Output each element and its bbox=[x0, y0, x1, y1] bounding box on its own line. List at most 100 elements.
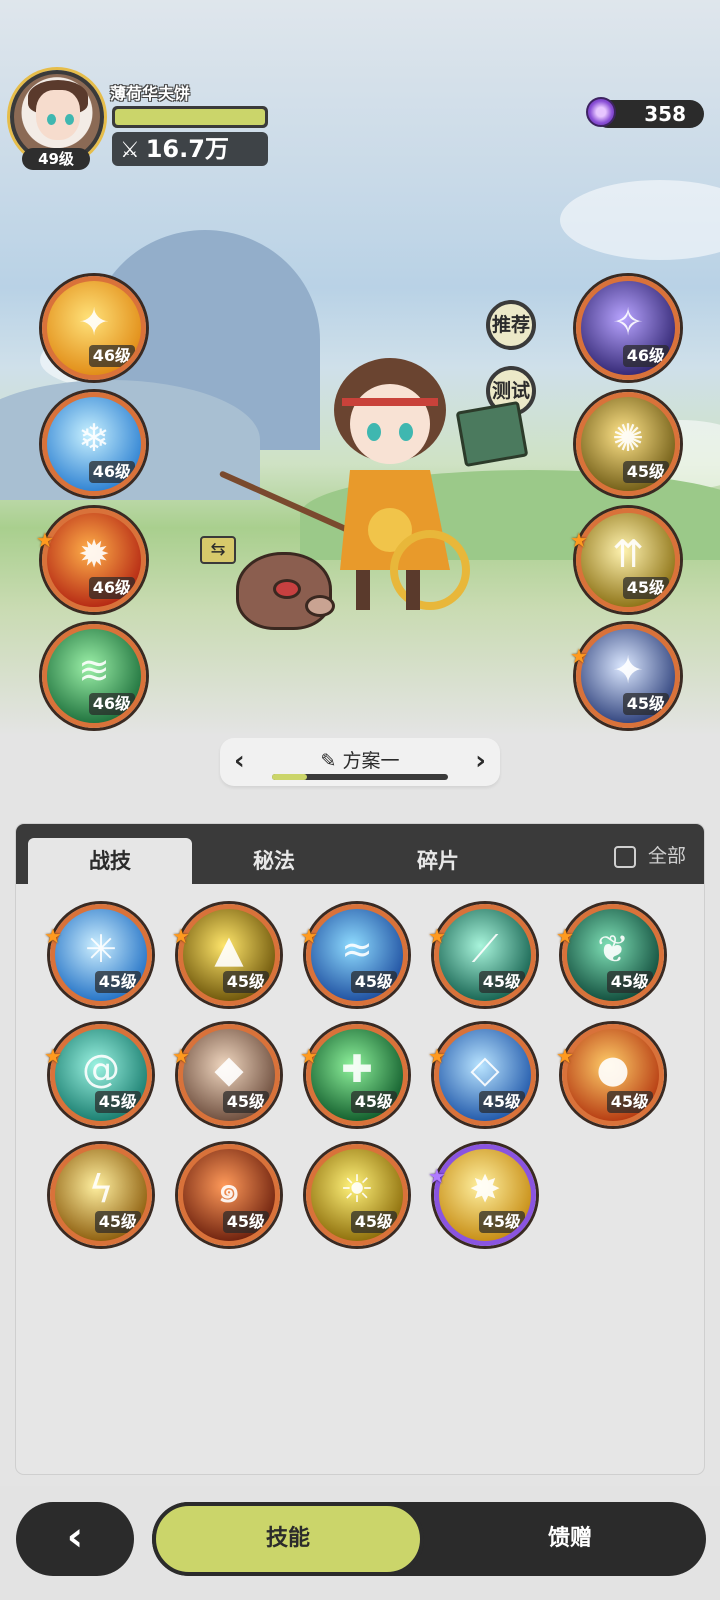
skill-card[interactable]: ϟ 45级 bbox=[50, 1144, 152, 1246]
equipped-skill-slot[interactable]: ✦ 46级 bbox=[42, 276, 146, 380]
avatar-face bbox=[36, 90, 80, 140]
rarity-star-icon: ★ bbox=[428, 1164, 446, 1188]
skill-card[interactable]: ✸ 45级 bbox=[434, 1144, 536, 1246]
rarity-star-icon: ★ bbox=[172, 924, 190, 948]
golden-triangle-icon: ▲ bbox=[214, 927, 244, 972]
rarity-star-icon: ★ bbox=[556, 1044, 574, 1068]
skill-card[interactable]: ✳ 45级 bbox=[50, 904, 152, 1006]
skill-level-label: 45级 bbox=[222, 971, 269, 993]
green-heal-cross-icon: ✚ bbox=[341, 1047, 373, 1092]
skill-card[interactable]: ▲ 45级 bbox=[178, 904, 280, 1006]
equipped-skill-slot[interactable]: ✺ 45级 bbox=[576, 392, 680, 496]
ice-shard-icon: ◇ bbox=[470, 1047, 500, 1092]
crossed-swords-icon: ⚔ bbox=[120, 138, 140, 163]
skill-card[interactable]: ✚ 45级 bbox=[306, 1024, 408, 1126]
rarity-star-icon: ★ bbox=[428, 1044, 446, 1068]
plan-title[interactable]: ✎ 方案一 bbox=[220, 746, 500, 773]
bottom-tab-bar: 技能 馈赠 bbox=[152, 1502, 706, 1576]
golden-slash-icon: ✦ bbox=[78, 300, 110, 345]
hp-bar-fill bbox=[115, 109, 265, 125]
plan-selector: ‹ ✎ 方案一 › bbox=[220, 738, 500, 786]
pet-boar bbox=[236, 552, 335, 630]
bottom-nav: ‹ 技能 馈赠 bbox=[0, 1486, 720, 1600]
skill-card[interactable]: ≈45级 bbox=[306, 904, 408, 1006]
player-level-badge: 49级 bbox=[22, 148, 90, 170]
equipped-skill-slot[interactable]: ≋ 46级 bbox=[42, 624, 146, 728]
skill-level-label: 46级 bbox=[88, 345, 135, 367]
teal-swirl-icon: @ bbox=[82, 1047, 120, 1092]
ice-crystal-icon: ❄ bbox=[78, 416, 110, 461]
rarity-star-icon: ★ bbox=[570, 644, 588, 668]
skill-card[interactable]: ❦ 45级 bbox=[562, 904, 664, 1006]
skill-level-label: 45级 bbox=[94, 971, 141, 993]
golden-burst-icon: ✺ bbox=[612, 416, 644, 461]
skill-level-label: 45级 bbox=[622, 693, 669, 715]
show-all-toggle[interactable]: 全部 bbox=[613, 842, 686, 870]
combat-power-value: 16.7万 bbox=[145, 135, 229, 163]
water-wave-icon: ≈ bbox=[341, 927, 373, 972]
lightning-strike-icon: ϟ bbox=[88, 1167, 114, 1212]
purple-vortex-icon: ✧ bbox=[612, 300, 644, 345]
equipped-skill-slot[interactable]: ⇈ 45级 bbox=[576, 508, 680, 612]
currency-counter[interactable]: 358 bbox=[586, 97, 704, 128]
rarity-star-icon: ★ bbox=[300, 1044, 318, 1068]
equipped-skill-slot[interactable]: ✦ 45级 bbox=[576, 624, 680, 728]
plan-progress-fill bbox=[272, 774, 308, 780]
skill-card[interactable]: ◆ 45级 bbox=[178, 1024, 280, 1126]
skill-card[interactable]: ● 45级 bbox=[562, 1024, 664, 1126]
equipped-skill-slot[interactable]: ✧ 46级 bbox=[576, 276, 680, 380]
skill-level-label: 45级 bbox=[350, 971, 397, 993]
player-name: 薄荷华夫饼 bbox=[110, 84, 191, 103]
sun-rise-icon: ☀ bbox=[339, 1167, 375, 1212]
skill-card[interactable]: ⟋ 45级 bbox=[434, 904, 536, 1006]
recommend-button[interactable]: 推荐 bbox=[486, 300, 536, 350]
fire-burst-icon: ✹ bbox=[78, 532, 110, 577]
rarity-star-icon: ★ bbox=[300, 924, 318, 948]
gift-nav-button[interactable]: 馈赠 bbox=[434, 1502, 706, 1576]
skill-level-label: 45级 bbox=[606, 1091, 653, 1113]
skill-level-label: 46级 bbox=[622, 345, 669, 367]
combat-power: ⚔ 16.7万 bbox=[112, 132, 268, 166]
plan-progress-track bbox=[272, 774, 448, 780]
skill-card[interactable]: @45级 bbox=[50, 1024, 152, 1126]
tab-fragments[interactable]: 碎片 bbox=[356, 838, 520, 884]
chevron-left-icon: ‹ bbox=[66, 1514, 84, 1560]
rarity-star-icon: ★ bbox=[570, 528, 588, 552]
skill-level-label: 45级 bbox=[622, 577, 669, 599]
teal-slash-icon: ⟋ bbox=[471, 926, 499, 971]
rock-card-icon: ◆ bbox=[214, 1047, 244, 1092]
equipped-skill-slot[interactable]: ❄ 46级 bbox=[42, 392, 146, 496]
skill-level-label: 45级 bbox=[94, 1211, 141, 1233]
tab-secret-arts[interactable]: 秘法 bbox=[192, 838, 356, 884]
tab-combat-skills[interactable]: 战技 bbox=[28, 838, 192, 884]
rarity-star-icon: ★ bbox=[36, 528, 54, 552]
ice-splash-icon: ✳ bbox=[85, 927, 117, 972]
thorn-vine-icon: ❦ bbox=[597, 927, 629, 972]
skill-card[interactable]: ◇ 45级 bbox=[434, 1024, 536, 1126]
light-pillar-icon: ⇈ bbox=[612, 532, 644, 577]
skill-level-label: 45级 bbox=[222, 1091, 269, 1113]
next-plan-chevron-icon[interactable]: › bbox=[475, 746, 486, 776]
skill-level-label: 45级 bbox=[622, 461, 669, 483]
show-all-label: 全部 bbox=[647, 845, 686, 867]
skills-nav-button[interactable]: 技能 bbox=[152, 1502, 424, 1576]
rarity-star-icon: ★ bbox=[44, 1044, 62, 1068]
skill-level-label: 45级 bbox=[606, 971, 653, 993]
skill-level-label: 45级 bbox=[94, 1091, 141, 1113]
skill-level-label: 45级 bbox=[478, 1211, 525, 1233]
skill-tabs: 战技 秘法 碎片 全部 bbox=[16, 824, 704, 884]
skill-card[interactable]: ☀ 45级 bbox=[306, 1144, 408, 1246]
swap-pet-icon[interactable]: ⇆ bbox=[200, 536, 236, 564]
skill-card[interactable]: ๑ 45级 bbox=[178, 1144, 280, 1246]
hero-character bbox=[320, 340, 480, 630]
equipped-skill-slot[interactable]: ✹ 46级 bbox=[42, 508, 146, 612]
back-button[interactable]: ‹ bbox=[16, 1502, 134, 1576]
blue-star-icon: ✦ bbox=[612, 648, 644, 693]
fire-orb-icon: ● bbox=[596, 1047, 630, 1092]
skill-inventory-panel: 战技 秘法 碎片 全部 ✳ 45级 ★ ▲ 45级 ★ ≈45级 ★ ⟋ 45级 ★ ❦ 45级 ★ @45… bbox=[16, 824, 704, 1474]
rarity-star-icon: ★ bbox=[556, 924, 574, 948]
rarity-star-icon: ★ bbox=[172, 1044, 190, 1068]
skill-level-label: 45级 bbox=[350, 1211, 397, 1233]
checkbox-icon[interactable] bbox=[613, 845, 636, 868]
green-wind-icon: ≋ bbox=[78, 648, 110, 693]
